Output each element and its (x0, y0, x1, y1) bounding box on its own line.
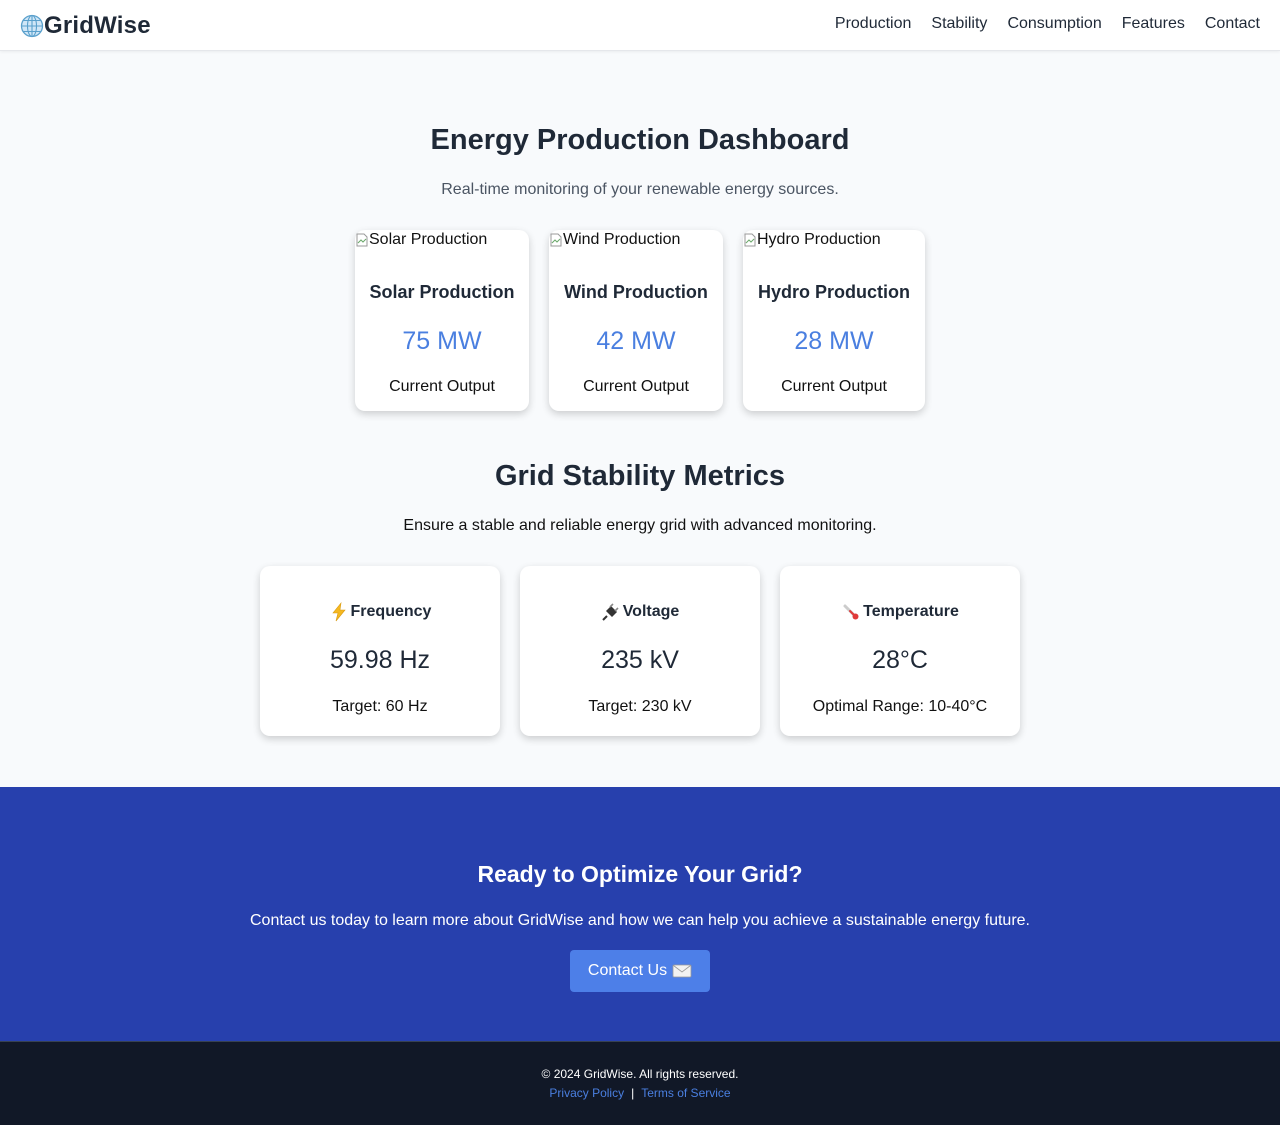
cta-section: Ready to Optimize Your Grid? Contact us … (0, 787, 1280, 1041)
card-value: 42 MW (596, 327, 676, 355)
hydro-production-card: Hydro Production Hydro Production 28 MW … (743, 230, 925, 411)
copyright: © 2024 GridWise. All rights reserved. (541, 1067, 739, 1081)
voltage-card: Voltage 235 kV Target: 230 kV (520, 566, 760, 736)
brand-name: GridWise (44, 12, 151, 39)
brand-logo[interactable]: GridWise (20, 12, 151, 40)
card-label: Current Output (781, 378, 887, 395)
nav-link-consumption[interactable]: Consumption (1007, 15, 1101, 33)
link-separator: | (631, 1086, 635, 1100)
card-title: Frequency (350, 603, 432, 620)
footer-links: Privacy Policy | Terms of Service (0, 1086, 1280, 1100)
main-nav: Production Stability Consumption Feature… (835, 15, 1260, 33)
button-label: Contact Us (587, 962, 668, 979)
wind-image-broken: Wind Production (549, 231, 680, 249)
card-header: Temperature (780, 602, 1020, 622)
temperature-card: Temperature 28°C Optimal Range: 10-40°C (780, 566, 1020, 736)
solar-image-broken: Solar Production (355, 231, 487, 249)
cta-title: Ready to Optimize Your Grid? (477, 861, 803, 887)
nav-link-production[interactable]: Production (835, 15, 912, 33)
thermometer-icon (843, 604, 859, 620)
card-note: Optimal Range: 10-40°C (812, 698, 988, 715)
production-subtitle: Real-time monitoring of your renewable e… (441, 181, 839, 198)
card-value: 235 kV (601, 646, 679, 674)
card-header: Voltage (520, 602, 760, 622)
broken-image-icon (550, 233, 562, 247)
card-note: Target: 60 Hz (332, 698, 428, 715)
card-label: Current Output (583, 378, 689, 395)
plug-icon (601, 603, 619, 621)
wind-production-card: Wind Production Wind Production 42 MW Cu… (549, 230, 723, 411)
card-title: Voltage (622, 603, 680, 620)
card-title: Temperature (863, 603, 959, 620)
terms-of-service-link[interactable]: Terms of Service (641, 1086, 730, 1100)
top-navbar: GridWise Production Stability Consumptio… (0, 0, 1280, 51)
card-title: Solar Production (369, 282, 515, 302)
hydro-image-broken: Hydro Production (743, 231, 881, 249)
cta-text: Contact us today to learn more about Gri… (249, 912, 1030, 929)
broken-image-icon (356, 233, 368, 247)
broken-image-icon (744, 233, 756, 247)
solar-production-card: Solar Production Solar Production 75 MW … (355, 230, 529, 411)
card-header: Frequency (260, 602, 500, 622)
footer: © 2024 GridWise. All rights reserved. Pr… (0, 1041, 1280, 1125)
card-value: 59.98 Hz (329, 646, 431, 674)
production-title: Energy Production Dashboard (430, 124, 850, 156)
card-title: Hydro Production (758, 282, 910, 302)
globe-icon (20, 14, 44, 38)
stability-subtitle: Ensure a stable and reliable energy grid… (403, 517, 877, 534)
card-value: 75 MW (402, 327, 482, 355)
card-title: Wind Production (564, 282, 708, 302)
stability-title: Grid Stability Metrics (494, 460, 786, 492)
frequency-card: Frequency 59.98 Hz Target: 60 Hz (260, 566, 500, 736)
card-note: Target: 230 kV (588, 698, 692, 715)
contact-us-button[interactable]: Contact Us (570, 950, 710, 992)
nav-link-features[interactable]: Features (1122, 15, 1185, 33)
card-value: 28°C (872, 646, 928, 674)
envelope-icon (672, 964, 692, 978)
nav-link-contact[interactable]: Contact (1205, 15, 1260, 33)
privacy-policy-link[interactable]: Privacy Policy (549, 1086, 624, 1100)
card-value: 28 MW (794, 327, 874, 355)
card-label: Current Output (389, 378, 495, 395)
lightning-icon (331, 602, 346, 622)
nav-link-stability[interactable]: Stability (931, 15, 987, 33)
